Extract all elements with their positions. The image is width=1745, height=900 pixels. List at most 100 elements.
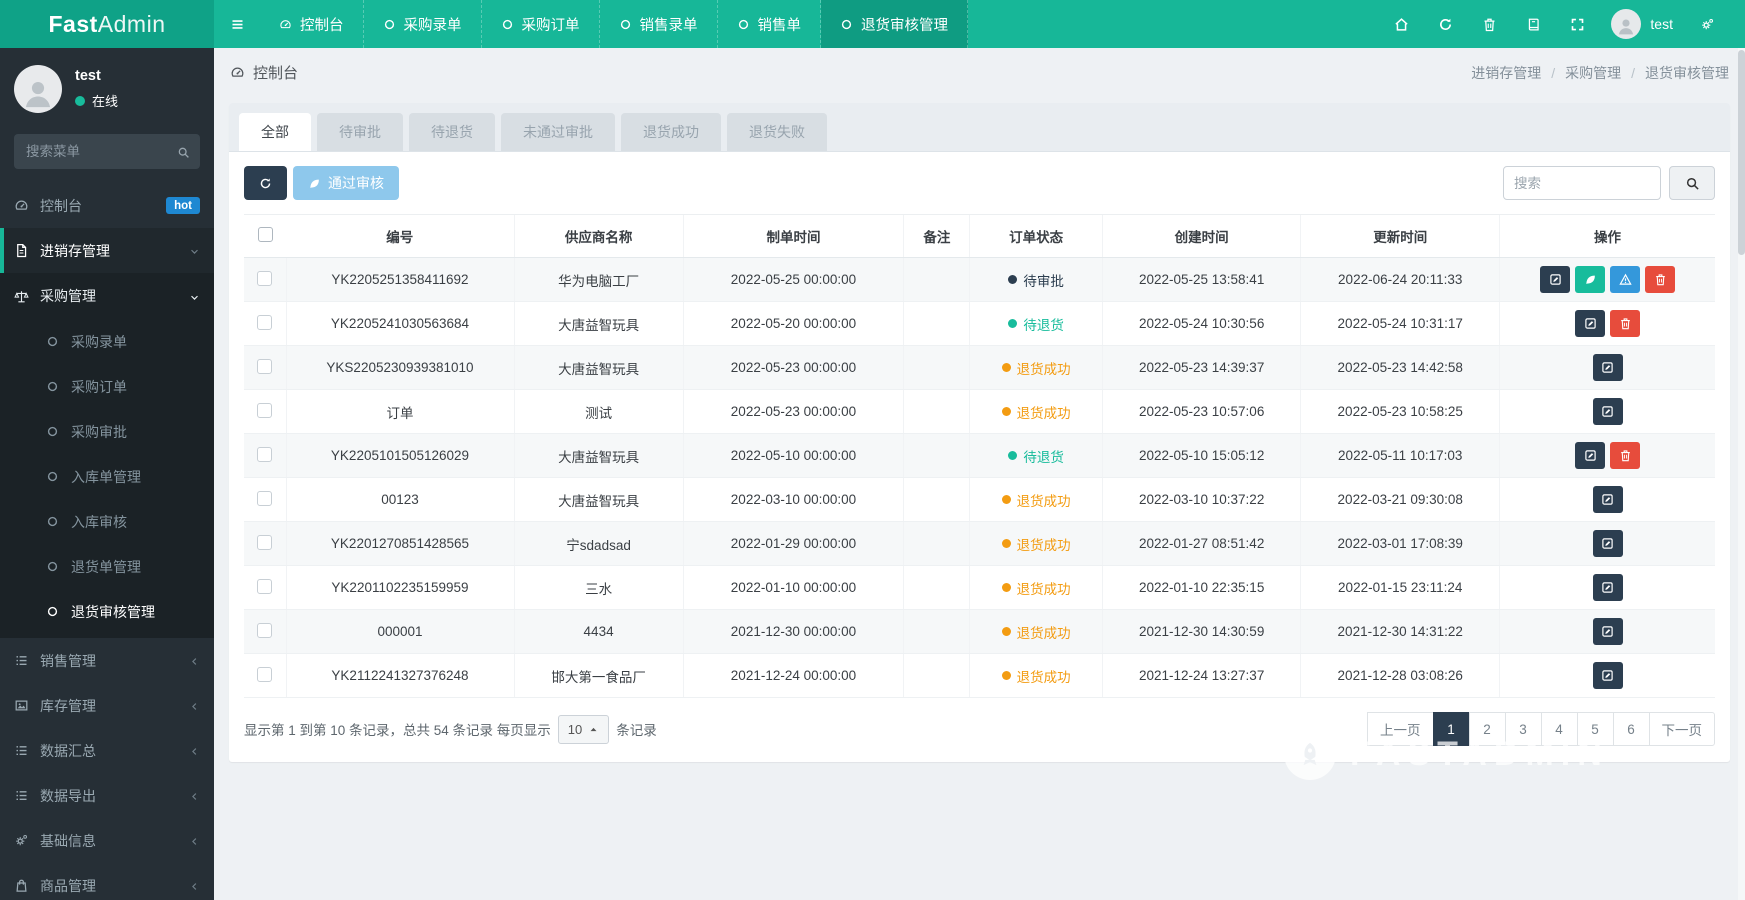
sidebar-subitem[interactable]: 采购订单 bbox=[0, 364, 214, 409]
docs-book-icon[interactable] bbox=[1513, 0, 1553, 48]
avatar[interactable] bbox=[14, 65, 62, 113]
sidebar-toggle-button[interactable] bbox=[214, 0, 260, 48]
row-action-button[interactable] bbox=[1592, 398, 1623, 425]
topnav-tab[interactable]: 销售单 bbox=[718, 0, 821, 48]
row-checkbox[interactable] bbox=[257, 314, 273, 330]
row-checkbox[interactable] bbox=[257, 490, 273, 506]
row-checkbox[interactable] bbox=[257, 358, 273, 374]
menu-search-input[interactable] bbox=[14, 134, 200, 169]
filter-tab[interactable]: 退货失败 bbox=[727, 113, 827, 151]
row-checkbox[interactable] bbox=[257, 446, 273, 462]
row-checkbox[interactable] bbox=[257, 534, 273, 550]
settings-cogs-icon[interactable] bbox=[1687, 0, 1727, 48]
topnav-tab[interactable]: 退货审核管理 bbox=[821, 0, 968, 48]
topnav-tab[interactable]: 采购订单 bbox=[482, 0, 600, 48]
table-row[interactable]: YK2205241030563684 大唐益智玩具 2022-05-20 00:… bbox=[244, 301, 1715, 346]
page-button[interactable]: 上一页 bbox=[1367, 712, 1434, 746]
sidebar-subitem[interactable]: 退货审核管理 bbox=[0, 589, 214, 634]
table-row[interactable]: 000001 4434 2021-12-30 00:00:00 退货成功 202… bbox=[244, 609, 1715, 654]
sidebar-item[interactable]: 数据汇总 bbox=[0, 728, 214, 773]
table-row[interactable]: YK2201102235159959 三水 2022-01-10 00:00:0… bbox=[244, 565, 1715, 610]
row-action-button[interactable] bbox=[1610, 310, 1640, 337]
clear-cache-trash-icon[interactable] bbox=[1469, 0, 1509, 48]
refresh-icon[interactable] bbox=[1425, 0, 1465, 48]
page-button[interactable]: 下一页 bbox=[1648, 712, 1715, 746]
page-button[interactable]: 4 bbox=[1540, 712, 1578, 746]
row-action-button[interactable] bbox=[1610, 266, 1640, 293]
sidebar-subitem[interactable]: 采购录单 bbox=[0, 319, 214, 364]
user-menu[interactable]: test bbox=[1601, 9, 1683, 39]
page-button[interactable]: 3 bbox=[1504, 712, 1542, 746]
row-checkbox[interactable] bbox=[257, 666, 273, 682]
breadcrumb-item[interactable]: 退货审核管理 bbox=[1621, 63, 1729, 83]
table-row[interactable]: YK2205101505126029 大唐益智玩具 2022-05-10 00:… bbox=[244, 433, 1715, 478]
page-button[interactable]: 6 bbox=[1612, 712, 1650, 746]
row-action-button[interactable] bbox=[1592, 662, 1623, 689]
page-button[interactable]: 2 bbox=[1468, 712, 1506, 746]
row-action-button[interactable] bbox=[1592, 354, 1623, 381]
row-checkbox[interactable] bbox=[257, 578, 273, 594]
column-header[interactable]: 备注 bbox=[903, 214, 970, 258]
brand-logo[interactable]: Fast Admin bbox=[0, 0, 214, 48]
row-action-button[interactable] bbox=[1540, 266, 1570, 293]
filter-tab[interactable]: 待审批 bbox=[317, 113, 403, 151]
select-all-checkbox[interactable] bbox=[257, 227, 273, 242]
column-header[interactable]: 编号 bbox=[286, 214, 514, 258]
table-row[interactable]: 订单 测试 2022-05-23 00:00:00 退货成功 2022-05-2… bbox=[244, 389, 1715, 434]
sidebar-item[interactable]: 商品管理 bbox=[0, 863, 214, 900]
sidebar-item[interactable]: 数据导出 bbox=[0, 773, 214, 818]
topnav-tab[interactable]: 控制台 bbox=[260, 0, 364, 48]
sidebar-group-inventory[interactable]: 进销存管理 bbox=[0, 228, 214, 273]
column-header[interactable]: 操作 bbox=[1499, 214, 1715, 258]
sidebar-subitem[interactable]: 入库单管理 bbox=[0, 454, 214, 499]
table-row[interactable]: 00123 大唐益智玩具 2022-03-10 00:00:00 退货成功 20… bbox=[244, 477, 1715, 522]
breadcrumb-item[interactable]: 进销存管理 bbox=[1471, 63, 1541, 83]
page-button[interactable]: 5 bbox=[1576, 712, 1614, 746]
refresh-button[interactable] bbox=[244, 166, 287, 200]
sidebar-item[interactable]: 库存管理 bbox=[0, 683, 214, 728]
row-action-button[interactable] bbox=[1592, 486, 1623, 513]
row-action-button[interactable] bbox=[1610, 442, 1640, 469]
column-header[interactable]: 创建时间 bbox=[1101, 214, 1301, 258]
row-action-button[interactable] bbox=[1575, 266, 1605, 293]
fullscreen-icon[interactable] bbox=[1557, 0, 1597, 48]
column-header[interactable]: 制单时间 bbox=[682, 214, 904, 258]
table-search-input[interactable] bbox=[1503, 166, 1661, 200]
row-action-button[interactable] bbox=[1592, 530, 1623, 557]
filter-tab[interactable]: 未通过审批 bbox=[501, 113, 615, 151]
column-header[interactable]: 订单状态 bbox=[969, 214, 1103, 258]
sidebar-subitem[interactable]: 退货单管理 bbox=[0, 544, 214, 589]
page-button[interactable]: 1 bbox=[1432, 712, 1470, 746]
scrollbar-thumb[interactable] bbox=[1738, 50, 1745, 255]
row-action-button[interactable] bbox=[1575, 442, 1605, 469]
row-action-button[interactable] bbox=[1645, 266, 1675, 293]
row-action-button[interactable] bbox=[1592, 618, 1623, 645]
search-button[interactable] bbox=[1669, 166, 1715, 200]
row-action-button[interactable] bbox=[1592, 574, 1623, 601]
topnav-tab[interactable]: 销售录单 bbox=[600, 0, 718, 48]
sidebar-subitem[interactable]: 入库审核 bbox=[0, 499, 214, 544]
breadcrumb-item[interactable]: 采购管理 bbox=[1541, 63, 1621, 83]
approve-button[interactable]: 通过审核 bbox=[293, 166, 399, 200]
column-header[interactable]: 供应商名称 bbox=[513, 214, 684, 258]
row-checkbox[interactable] bbox=[257, 402, 273, 418]
filter-tab[interactable]: 待退货 bbox=[409, 113, 495, 151]
sidebar-group-purchase[interactable]: 采购管理 bbox=[0, 273, 214, 319]
table-row[interactable]: YKS2205230939381010 大唐益智玩具 2022-05-23 00… bbox=[244, 345, 1715, 390]
column-header[interactable]: 更新时间 bbox=[1300, 214, 1500, 258]
sidebar-item[interactable]: 销售管理 bbox=[0, 638, 214, 683]
sidebar-item-dashboard[interactable]: 控制台 hot bbox=[0, 183, 214, 228]
row-action-button[interactable] bbox=[1575, 310, 1605, 337]
sidebar-item[interactable]: 基础信息 bbox=[0, 818, 214, 863]
table-row[interactable]: YK2205251358411692 华为电脑工厂 2022-05-25 00:… bbox=[244, 257, 1715, 302]
row-checkbox[interactable] bbox=[257, 622, 273, 638]
page-size-select[interactable]: 10 bbox=[557, 714, 610, 744]
row-checkbox[interactable] bbox=[257, 270, 273, 286]
home-icon[interactable] bbox=[1381, 0, 1421, 48]
topnav-tab[interactable]: 采购录单 bbox=[364, 0, 482, 48]
table-row[interactable]: YK2112241327376248 邯大第一食品厂 2021-12-24 00… bbox=[244, 653, 1715, 698]
filter-tab[interactable]: 全部 bbox=[239, 113, 311, 151]
filter-tab[interactable]: 退货成功 bbox=[621, 113, 721, 151]
sidebar-subitem[interactable]: 采购审批 bbox=[0, 409, 214, 454]
table-row[interactable]: YK2201270851428565 宁sdadsad 2022-01-29 0… bbox=[244, 521, 1715, 566]
